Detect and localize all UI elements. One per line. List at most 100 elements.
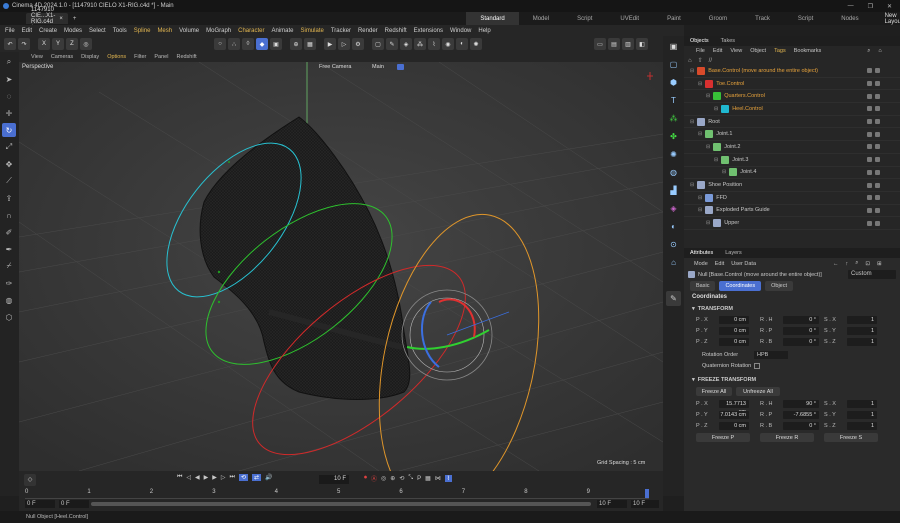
scale-key-icon[interactable]: ⤡ bbox=[408, 475, 413, 482]
object-row[interactable]: ⊟ Toe.Control bbox=[684, 78, 900, 91]
visibility-flags[interactable] bbox=[867, 106, 880, 112]
attr-menu-mode[interactable]: Mode bbox=[694, 261, 708, 267]
layout-tab-nodes[interactable]: Nodes bbox=[827, 12, 872, 25]
layout-icon[interactable]: ▣ bbox=[666, 39, 681, 54]
obj-menu-bookmarks[interactable]: Bookmarks bbox=[794, 48, 822, 54]
uv-mode-icon[interactable]: ▣ bbox=[270, 38, 282, 50]
paint-icon[interactable]: ✒ bbox=[2, 242, 16, 256]
visibility-flags[interactable] bbox=[867, 169, 880, 175]
back-arrow-icon[interactable]: ← bbox=[833, 261, 839, 267]
play-mode-icon[interactable]: ⇄ bbox=[251, 474, 261, 481]
pla-key-icon[interactable]: ▦ bbox=[425, 475, 431, 482]
object-row[interactable]: ⊟ Root bbox=[684, 116, 900, 129]
extrude-icon[interactable]: ⇪ bbox=[2, 191, 16, 205]
sound-icon[interactable]: 🔊 bbox=[265, 474, 272, 481]
mograph-icon[interactable]: ✤ bbox=[666, 129, 681, 144]
scale-icon[interactable]: ⤢ bbox=[2, 140, 16, 154]
tab-attributes[interactable]: Attributes bbox=[690, 250, 713, 256]
menu-animate[interactable]: Animate bbox=[271, 28, 293, 34]
brush-icon[interactable]: ⌿ bbox=[2, 259, 16, 273]
environment-icon[interactable]: ◐ bbox=[666, 219, 681, 234]
axis-y-button[interactable]: Y bbox=[52, 38, 64, 50]
close-icon[interactable]: ✕ bbox=[887, 3, 892, 10]
transform-s-field[interactable]: 1 bbox=[847, 315, 877, 324]
viewport-menu-panel[interactable]: Panel bbox=[154, 54, 168, 60]
new-layouts-button[interactable]: New Layouts bbox=[885, 13, 900, 25]
menu-extensions[interactable]: Extensions bbox=[414, 28, 443, 34]
motion-icon[interactable]: ⋈ bbox=[435, 475, 441, 482]
quaternion-checkbox[interactable] bbox=[754, 362, 760, 369]
visibility-flags[interactable] bbox=[867, 157, 880, 163]
freeze-p-button[interactable]: Freeze P bbox=[696, 433, 750, 442]
box-icon[interactable]: ⬢ bbox=[666, 75, 681, 90]
freeze-s-field[interactable]: 1 bbox=[847, 399, 877, 408]
menu-simulate[interactable]: Simulate bbox=[301, 28, 324, 34]
attr-menu-edit[interactable]: Edit bbox=[715, 261, 724, 267]
menu-mesh[interactable]: Mesh bbox=[157, 28, 172, 34]
undo-icon[interactable]: ↶ bbox=[4, 38, 16, 50]
coordinate-system-icon[interactable]: ◎ bbox=[80, 38, 92, 50]
transform-p-field[interactable]: 0 cm bbox=[719, 326, 749, 335]
magnet-icon[interactable]: ∩ bbox=[2, 208, 16, 222]
visibility-flags[interactable] bbox=[867, 68, 880, 74]
model-mode-icon[interactable]: ○ bbox=[214, 38, 226, 50]
cube-primitive-icon[interactable]: ▢ bbox=[666, 57, 681, 72]
visibility-flags[interactable] bbox=[867, 81, 880, 87]
axis-x-button[interactable]: X bbox=[38, 38, 50, 50]
expand-icon[interactable]: ⊟ bbox=[698, 195, 702, 201]
menu-modes[interactable]: Modes bbox=[64, 28, 82, 34]
tab-objects[interactable]: Objects bbox=[690, 38, 709, 44]
transform-s-field[interactable]: 1 bbox=[847, 337, 877, 346]
field-force-icon[interactable]: ◈ bbox=[666, 201, 681, 216]
object-row[interactable]: ⊟ Joint.4 bbox=[684, 167, 900, 180]
viewport-menu-options[interactable]: Options bbox=[107, 54, 126, 60]
cloner-icon[interactable]: ⁂ bbox=[414, 38, 426, 50]
cursor-icon[interactable]: ➤ bbox=[2, 72, 16, 86]
field-icon[interactable]: ◉ bbox=[442, 38, 454, 50]
menu-file[interactable]: File bbox=[5, 28, 15, 34]
freeze-p-field[interactable]: 7.0143 cm bbox=[719, 410, 749, 419]
document-tab[interactable]: 1147910 CIE...X1-RIG.c4d * × bbox=[26, 7, 68, 31]
render-region-icon[interactable]: ▭ bbox=[594, 38, 606, 50]
object-row[interactable]: ⊟ Shoe Position bbox=[684, 179, 900, 192]
object-row[interactable]: ⊟ FFD bbox=[684, 192, 900, 205]
clapper-icon[interactable]: ◧ bbox=[636, 38, 648, 50]
menu-tools[interactable]: Tools bbox=[113, 28, 127, 34]
viewport-3d[interactable]: Perspective Free Camera Main Grid Spacin… bbox=[19, 62, 663, 471]
layout-tab-track[interactable]: Track bbox=[741, 12, 784, 25]
maximize-icon[interactable]: ❐ bbox=[868, 3, 873, 10]
menu-help[interactable]: Help bbox=[478, 28, 490, 34]
lock-icon[interactable]: ⊡ bbox=[865, 261, 870, 267]
subtab-object[interactable]: Object bbox=[765, 281, 794, 291]
freeze-r-field[interactable]: 0 ° bbox=[783, 421, 819, 430]
sculpt-icon[interactable]: ◍ bbox=[2, 293, 16, 307]
render-queue-icon[interactable]: ▤ bbox=[608, 38, 620, 50]
light-icon[interactable]: ✺ bbox=[470, 38, 482, 50]
sphere-icon[interactable]: ◍ bbox=[666, 165, 681, 180]
subdivision-icon[interactable]: ◈ bbox=[400, 38, 412, 50]
freeze-p-field[interactable]: 0 cm bbox=[719, 421, 749, 430]
next-key-icon[interactable]: ▷ bbox=[221, 474, 226, 481]
render-settings-icon[interactable]: ⚙ bbox=[352, 38, 364, 50]
render-picture-icon[interactable]: ▷ bbox=[338, 38, 350, 50]
path-home-icon[interactable]: ⌂ bbox=[688, 58, 692, 64]
expand-icon[interactable]: ⊟ bbox=[714, 106, 718, 112]
freeze-r-button[interactable]: Freeze R bbox=[760, 433, 814, 442]
menu-render[interactable]: Render bbox=[358, 28, 378, 34]
transform-icon[interactable]: ✥ bbox=[2, 157, 16, 171]
minimize-icon[interactable]: — bbox=[848, 3, 854, 10]
rotate-icon[interactable]: ↻ bbox=[2, 123, 16, 137]
keyframe-mode-icon[interactable]: ◇ bbox=[24, 474, 36, 486]
keyframe-selection-icon[interactable]: ◎ bbox=[381, 475, 386, 482]
camera-object-icon[interactable]: ⊙ bbox=[666, 237, 681, 252]
snap-icon[interactable]: ⊕ bbox=[290, 38, 302, 50]
workplane-icon[interactable]: ▦ bbox=[304, 38, 316, 50]
freeze-r-field[interactable]: -7.6855 ° bbox=[783, 410, 819, 419]
layout-tab-groom[interactable]: Groom bbox=[695, 12, 741, 25]
brush-tool-icon[interactable]: ✎ bbox=[666, 291, 681, 306]
visibility-flags[interactable] bbox=[867, 93, 880, 99]
range-bar[interactable] bbox=[91, 502, 591, 506]
expand-icon[interactable]: ⊟ bbox=[690, 68, 694, 74]
viewport-menu-display[interactable]: Display bbox=[81, 54, 99, 60]
preview-end-field[interactable]: 10 F bbox=[597, 500, 627, 508]
